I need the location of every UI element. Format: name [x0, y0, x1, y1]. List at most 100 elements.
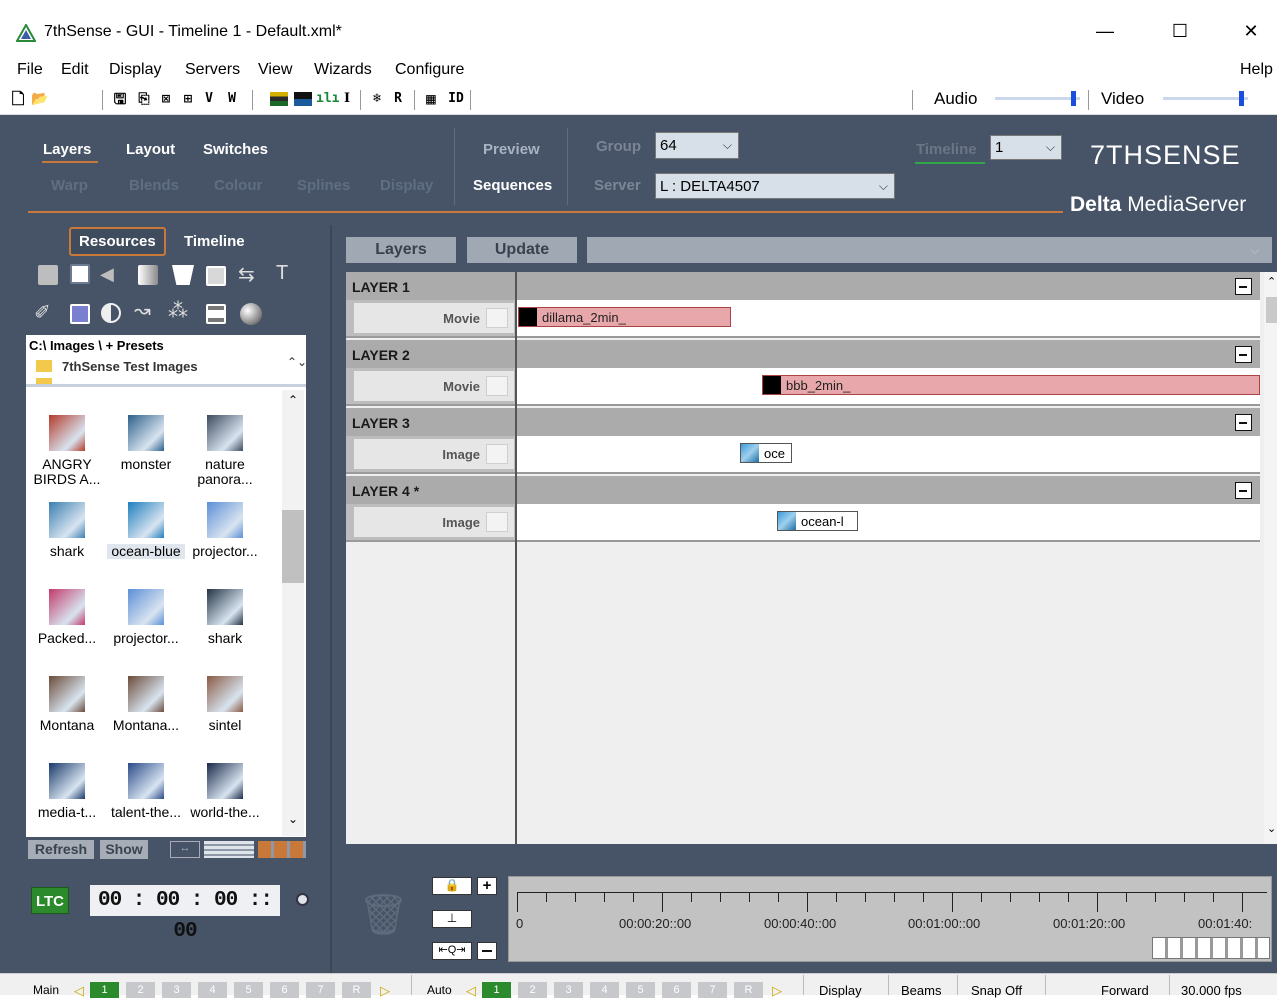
nav-warp[interactable]: Warp [51, 177, 88, 194]
layer-header[interactable]: LAYER 3 [346, 408, 1260, 436]
auto-slot-button[interactable]: 5 [626, 982, 655, 998]
layer-header[interactable]: LAYER 1 [346, 272, 1260, 300]
toolbar-v-button[interactable]: V [200, 88, 218, 110]
menu-display[interactable]: Display [109, 61, 161, 79]
auto-slot-button[interactable]: 3 [554, 982, 583, 998]
main-slot-button[interactable]: 5 [234, 982, 263, 998]
menu-help[interactable]: Help [1240, 61, 1273, 79]
nav-layers[interactable]: Layers [43, 141, 91, 158]
curve-icon[interactable]: ↝ [134, 298, 151, 323]
nav-blends[interactable]: Blends [129, 177, 179, 194]
menu-servers[interactable]: Servers [185, 61, 240, 79]
scroll-updown-icon[interactable]: ⌃⌄ [287, 355, 307, 369]
timeline-minimap[interactable] [1152, 937, 1270, 959]
new-file-icon[interactable]: 🗋 [8, 88, 28, 110]
status-beams[interactable]: Beams [901, 983, 941, 998]
snap-icon[interactable]: ⊥ [432, 910, 472, 928]
list-view-icon[interactable] [204, 841, 254, 858]
thumbnail-item[interactable]: ocean-blue [107, 502, 185, 559]
camera-icon[interactable] [70, 264, 90, 284]
collapse-layer-button[interactable] [1235, 414, 1252, 431]
menu-edit[interactable]: Edit [61, 61, 89, 79]
film-icon[interactable] [38, 265, 58, 285]
thumbnail-item[interactable]: projector... [186, 502, 264, 559]
zoom-fit-icon[interactable]: ⇤Q⇥ [432, 942, 472, 960]
layer-header[interactable]: LAYER 4 * [346, 476, 1260, 504]
status-display[interactable]: Display [819, 983, 862, 998]
timeline-clip[interactable]: bbb_2min_ [762, 375, 1260, 395]
gradient-icon[interactable] [138, 265, 158, 285]
plugin-icon[interactable]: ✐ [34, 300, 51, 325]
timeline-update-button[interactable]: Update [467, 237, 577, 263]
zoom-out-button[interactable] [477, 942, 497, 960]
video-slider-thumb[interactable] [1238, 91, 1244, 106]
collapse-layer-button[interactable] [1235, 346, 1252, 363]
next-icon[interactable]: ▷ [772, 983, 782, 999]
nav-display[interactable]: Display [380, 177, 433, 194]
thumbnail-item[interactable]: projector... [107, 589, 185, 646]
timecode-clock-icon[interactable] [296, 893, 309, 906]
toolbar-id-button[interactable]: ID [444, 88, 468, 110]
nav-preview[interactable]: Preview [483, 141, 540, 158]
contrast-icon[interactable] [101, 303, 121, 323]
timeline-dropdown[interactable] [587, 237, 1272, 263]
lock-icon[interactable]: 🔒 [432, 877, 472, 895]
speaker-icon[interactable]: ◀ [100, 264, 124, 284]
refresh-button[interactable]: Refresh [28, 840, 94, 859]
trash-icon[interactable]: 🗑 [358, 893, 409, 938]
tab-timeline[interactable]: Timeline [184, 233, 245, 250]
server-select[interactable]: L : DELTA4507 ⌵ [655, 173, 895, 199]
main-slot-button[interactable]: 3 [162, 982, 191, 998]
timeline-clip[interactable]: ocean-l [777, 511, 858, 531]
auto-slot-button[interactable]: 4 [590, 982, 619, 998]
menu-wizards[interactable]: Wizards [314, 61, 372, 79]
grid-view-icon[interactable] [258, 841, 306, 858]
toolbar-i-button[interactable]: I [338, 88, 356, 110]
layer-track[interactable] [516, 436, 1260, 474]
layers-blue-icon[interactable] [294, 92, 312, 106]
audio-slider-thumb[interactable] [1070, 91, 1076, 106]
scrollbar-thumb[interactable] [282, 510, 304, 583]
prev-icon[interactable]: ◁ [74, 983, 84, 999]
nav-splines[interactable]: Splines [297, 177, 350, 194]
thumbnail-item[interactable]: nature panora... [186, 415, 264, 487]
prev-icon[interactable]: ◁ [466, 983, 476, 999]
layer-track[interactable] [516, 504, 1260, 542]
auto-slot-button[interactable]: 7 [698, 982, 727, 998]
chevron-down-icon[interactable]: ⌄ [1267, 822, 1276, 835]
table-icon[interactable]: ▦ [420, 88, 442, 110]
main-slot-button[interactable]: R [342, 982, 371, 998]
timeline-scrollbar-thumb[interactable] [1266, 297, 1277, 323]
thumbnail-item[interactable]: monster [107, 415, 185, 472]
menu-configure[interactable]: Configure [395, 61, 464, 79]
folder-name[interactable]: 7thSense Test Images [62, 359, 198, 374]
layer-header[interactable]: LAYER 2 [346, 340, 1260, 368]
status-direction[interactable]: Forward [1101, 983, 1149, 998]
thumbnail-item[interactable]: shark [28, 502, 106, 559]
auto-slot-button[interactable]: R [734, 982, 763, 998]
snowflake-icon[interactable]: ❄ [367, 88, 387, 110]
next-icon[interactable]: ▷ [380, 983, 390, 999]
main-slot-button[interactable]: 4 [198, 982, 227, 998]
chevron-up-icon[interactable]: ⌃ [1267, 275, 1276, 288]
timeline-scrollbar[interactable] [1264, 272, 1277, 844]
thumbnail-scrollbar[interactable] [282, 390, 304, 836]
collapse-layer-button[interactable] [1235, 482, 1252, 499]
thumbnail-item[interactable]: ANGRY BIRDS A... [28, 415, 106, 487]
screen-icon[interactable] [206, 266, 226, 286]
list-icon[interactable] [206, 304, 226, 324]
main-slot-button[interactable]: 6 [270, 982, 299, 998]
menu-view[interactable]: View [258, 61, 292, 79]
grid-large-icon[interactable]: ⊞ [178, 88, 198, 110]
ltc-badge[interactable]: LTC [31, 887, 69, 914]
chevron-down-icon[interactable]: ⌄ [288, 812, 298, 826]
nodes-icon[interactable]: ⁂ [168, 298, 188, 323]
nav-switches[interactable]: Switches [203, 141, 268, 158]
thumbnail-item[interactable]: talent-the... [107, 763, 185, 820]
save-icon[interactable]: 🖫 [110, 88, 130, 110]
thumbnail-item[interactable]: media-t... [28, 763, 106, 820]
thumbnail-item[interactable]: shark [186, 589, 264, 646]
zoom-in-button[interactable]: + [477, 877, 497, 895]
nav-colour[interactable]: Colour [214, 177, 262, 194]
thumbnail-item[interactable]: Montana... [107, 676, 185, 733]
